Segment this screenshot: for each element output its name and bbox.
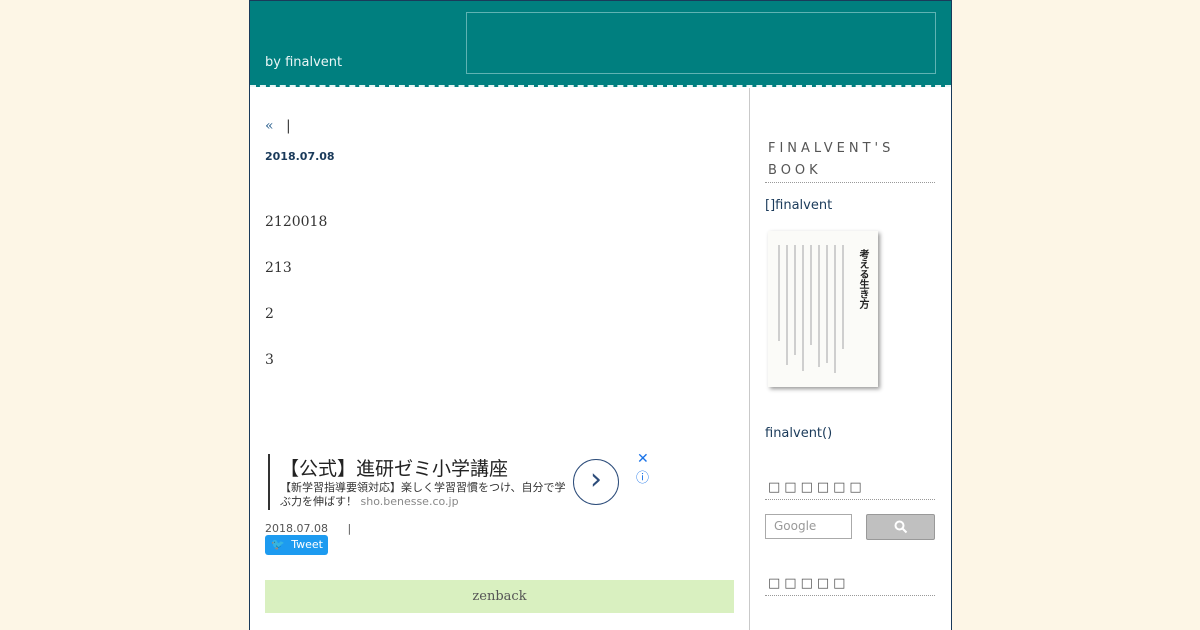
- text-column: [826, 245, 828, 363]
- nav-separator: |: [286, 118, 291, 134]
- entry-line: 2: [265, 306, 274, 322]
- book-heading: FINALVENT'S BOOK: [765, 138, 935, 183]
- text-column: [794, 245, 796, 355]
- search-button[interactable]: [866, 514, 935, 540]
- text-column: [834, 245, 836, 373]
- text-column: [786, 245, 788, 365]
- sidebar: FINALVENT'S BOOK []finalvent 考える生き方 fina…: [750, 88, 951, 630]
- ad-title[interactable]: 【公式】進研ゼミ小学講座: [280, 454, 508, 481]
- text-column: [802, 245, 804, 371]
- site-header: by finalvent: [250, 0, 951, 87]
- entry-line: 213: [265, 260, 292, 276]
- text-column: [818, 245, 820, 367]
- close-icon[interactable]: ✕: [637, 451, 649, 467]
- search-input[interactable]: Google: [765, 514, 852, 539]
- recent-heading: □□□□□: [765, 573, 935, 596]
- footer-separator: |: [347, 522, 352, 535]
- author-link[interactable]: finalvent(): [765, 426, 832, 441]
- text-column: [778, 245, 780, 341]
- sponsored-ad[interactable]: 【公式】進研ゼミ小学講座 【新学習指導要領対応】楽しく学習習慣をつけ、自分で学ぶ…: [268, 451, 649, 510]
- twitter-bird-icon: 🐦: [271, 538, 285, 551]
- page: by finalvent « | 2018.07.08 2120018 213 …: [249, 0, 952, 630]
- entry-line: 3: [265, 352, 274, 368]
- ad-domain: sho.benesse.co.jp: [360, 495, 459, 508]
- prev-entry-link[interactable]: «: [265, 118, 274, 134]
- chevron-right-icon[interactable]: ›: [573, 459, 619, 505]
- search-heading: □□□□□□: [765, 477, 935, 500]
- entry-footer: 2018.07.08 |: [265, 522, 351, 535]
- entry-date: 2018.07.08: [265, 150, 335, 163]
- entry-navigation: « |: [265, 118, 291, 134]
- tweet-label: Tweet: [291, 538, 323, 551]
- info-icon[interactable]: ⓘ: [636, 467, 649, 486]
- text-column: [842, 245, 844, 349]
- entry-footer-date[interactable]: 2018.07.08: [265, 522, 328, 535]
- book-link[interactable]: []finalvent: [765, 198, 832, 213]
- entry-line: 2120018: [265, 214, 328, 230]
- header-ad-slot: [466, 12, 936, 74]
- zenback-widget: zenback: [265, 580, 734, 613]
- book-cover-title: 考える生き方: [857, 249, 868, 309]
- book-cover-image[interactable]: 考える生き方: [768, 231, 878, 387]
- site-byline: by finalvent: [265, 55, 343, 70]
- search-icon: [894, 520, 907, 533]
- tweet-button[interactable]: 🐦 Tweet: [265, 535, 328, 555]
- main-content: « | 2018.07.08 2120018 213 2 3 【公式】進研ゼミ小…: [250, 88, 750, 630]
- text-column: [810, 245, 812, 345]
- ad-description: 【新学習指導要領対応】楽しく学習習慣をつけ、自分で学ぶ力を伸ばす！ sho.be…: [280, 481, 572, 509]
